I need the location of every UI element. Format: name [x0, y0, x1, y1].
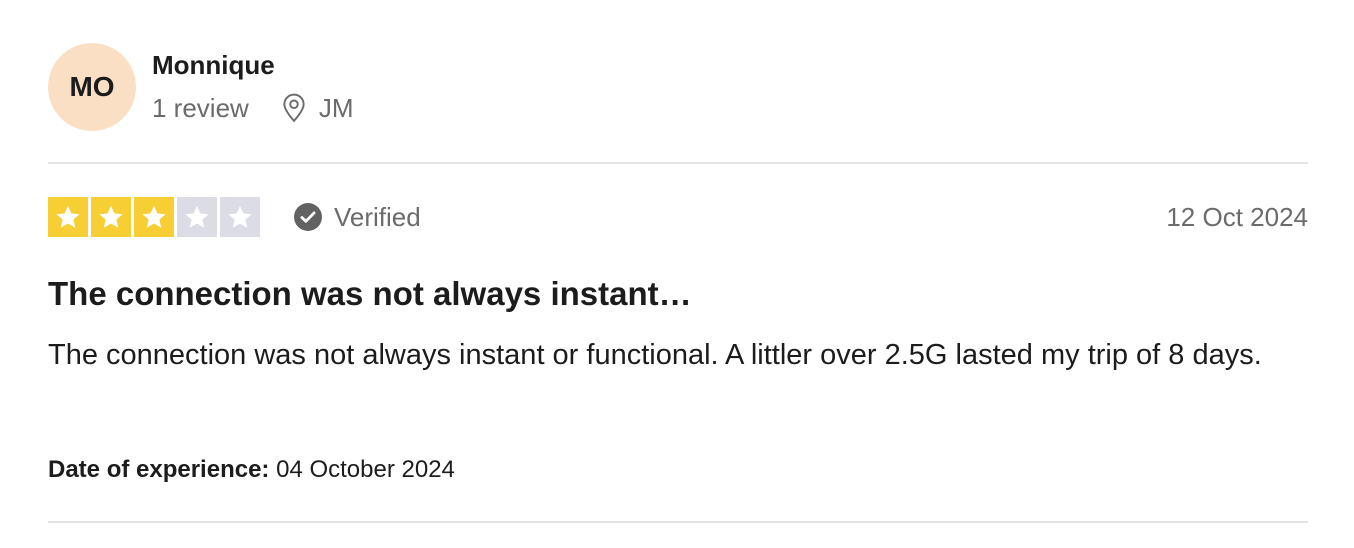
star-4 — [177, 197, 217, 237]
reviewer-name[interactable]: Monnique — [152, 50, 275, 80]
map-pin-icon — [283, 93, 305, 123]
avatar-initials: MO — [69, 71, 115, 102]
experience-label: Date of experience: — [48, 456, 270, 483]
experience-date: 04 October 2024 — [276, 456, 455, 483]
verified-label: Verified — [334, 202, 421, 232]
star-icon — [228, 205, 252, 228]
star-1 — [48, 197, 88, 237]
reviewer-location: JM — [318, 93, 354, 123]
review-title[interactable]: The connection was not always instant… — [48, 274, 692, 314]
star-5 — [220, 197, 260, 237]
reviewer-meta: 1 review JM — [152, 92, 354, 124]
star-icon — [142, 205, 166, 228]
star-3 — [134, 197, 174, 237]
review-count: 1 review — [152, 93, 249, 123]
avatar[interactable]: MO — [48, 43, 136, 131]
star-icon — [56, 205, 80, 228]
review-date: 12 Oct 2024 — [1166, 202, 1308, 232]
divider — [48, 521, 1308, 523]
star-rating — [48, 197, 260, 237]
star-icon — [185, 205, 209, 228]
star-2 — [91, 197, 131, 237]
verified-badge[interactable]: Verified — [294, 201, 421, 233]
check-circle-icon — [294, 203, 322, 231]
review-card: MO Monnique 1 review JM Verified 12 Oct … — [48, 0, 1308, 548]
star-icon — [99, 205, 123, 228]
date-of-experience: Date of experience: 04 October 2024 — [48, 455, 455, 485]
review-body: The connection was not always instant or… — [48, 339, 1262, 371]
divider — [48, 162, 1308, 164]
